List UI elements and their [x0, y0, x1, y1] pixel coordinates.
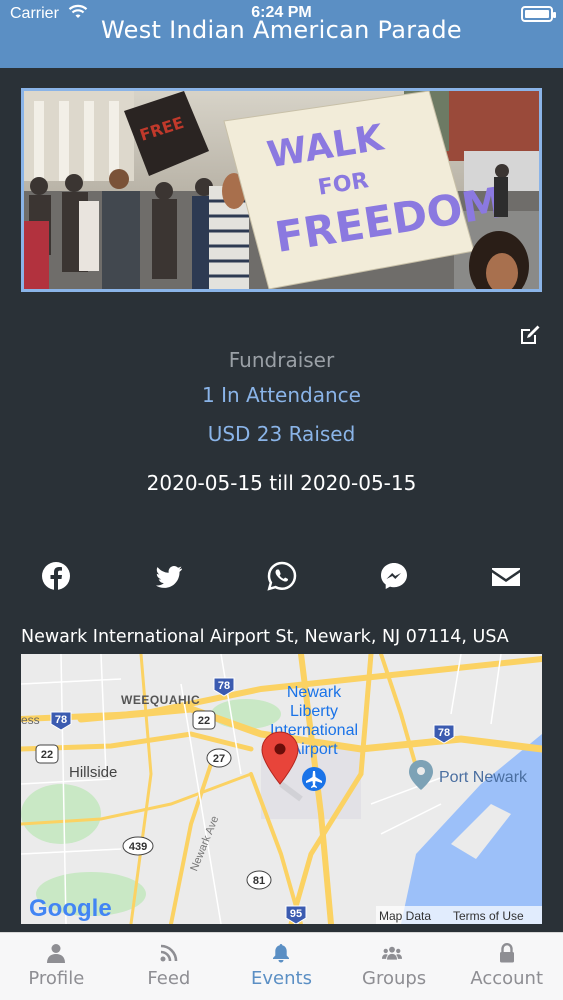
svg-text:ess: ess [21, 713, 40, 727]
svg-text:Hillside: Hillside [69, 764, 117, 781]
rss-icon [160, 944, 178, 962]
page-title: West Indian American Parade [101, 16, 462, 44]
svg-text:22: 22 [198, 715, 210, 727]
protest-photo: FREE WALK FOR FREEDOM [24, 91, 539, 289]
tab-label: Feed [147, 968, 191, 989]
svg-text:439: 439 [129, 841, 147, 853]
svg-text:78: 78 [438, 727, 450, 739]
edit-icon[interactable] [518, 323, 542, 347]
event-type: Fundraiser [228, 348, 335, 372]
tab-events[interactable]: Events [225, 933, 338, 1000]
location-map[interactable]: 78 78 78 22 22 27 439 81 95 WEEQUAHIC Ne… [21, 654, 542, 924]
svg-text:27: 27 [213, 753, 225, 765]
svg-text:81: 81 [253, 875, 265, 887]
tab-profile[interactable]: Profile [0, 933, 113, 1000]
tab-label: Profile [28, 968, 85, 989]
svg-text:Map Data: Map Data [379, 909, 431, 923]
tab-label: Events [251, 968, 312, 989]
svg-text:78: 78 [55, 714, 67, 726]
tab-bar: Profile Feed Events Groups Account [0, 932, 563, 1000]
tab-label: Groups [362, 968, 427, 989]
tab-account[interactable]: Account [450, 933, 563, 1000]
whatsapp-icon[interactable] [266, 560, 298, 592]
bell-icon [273, 944, 290, 963]
svg-text:Newark: Newark [287, 684, 342, 701]
twitter-icon[interactable] [153, 560, 185, 592]
attendance-link[interactable]: 1 In Attendance [0, 383, 563, 407]
event-address: Newark International Airport St, Newark,… [21, 627, 509, 647]
svg-text:95: 95 [290, 908, 302, 920]
svg-text:22: 22 [41, 749, 53, 761]
person-icon [47, 944, 66, 963]
raised-amount[interactable]: USD 23 Raised [0, 422, 563, 446]
svg-text:Port Newark: Port Newark [439, 769, 528, 786]
tab-groups[interactable]: Groups [338, 933, 451, 1000]
tab-feed[interactable]: Feed [113, 933, 226, 1000]
svg-text:Terms of Use: Terms of Use [453, 909, 524, 923]
envelope-icon[interactable] [490, 560, 522, 592]
users-icon [382, 946, 403, 960]
app-header: Carrier 6:24 PM West Indian American Par… [0, 0, 563, 68]
svg-text:Google: Google [29, 895, 112, 922]
tab-label: Account [470, 968, 544, 989]
event-dates: 2020-05-15 till 2020-05-15 [146, 471, 417, 495]
lock-icon [499, 943, 514, 963]
svg-text:WEEQUAHIC: WEEQUAHIC [121, 693, 200, 707]
svg-text:78: 78 [218, 680, 230, 692]
map-graphic: 78 78 78 22 22 27 439 81 95 WEEQUAHIC Ne… [21, 654, 542, 924]
event-image: FREE WALK FOR FREEDOM [21, 88, 542, 292]
facebook-icon[interactable] [40, 560, 72, 592]
messenger-icon[interactable] [378, 560, 410, 592]
svg-text:Liberty: Liberty [290, 703, 338, 720]
